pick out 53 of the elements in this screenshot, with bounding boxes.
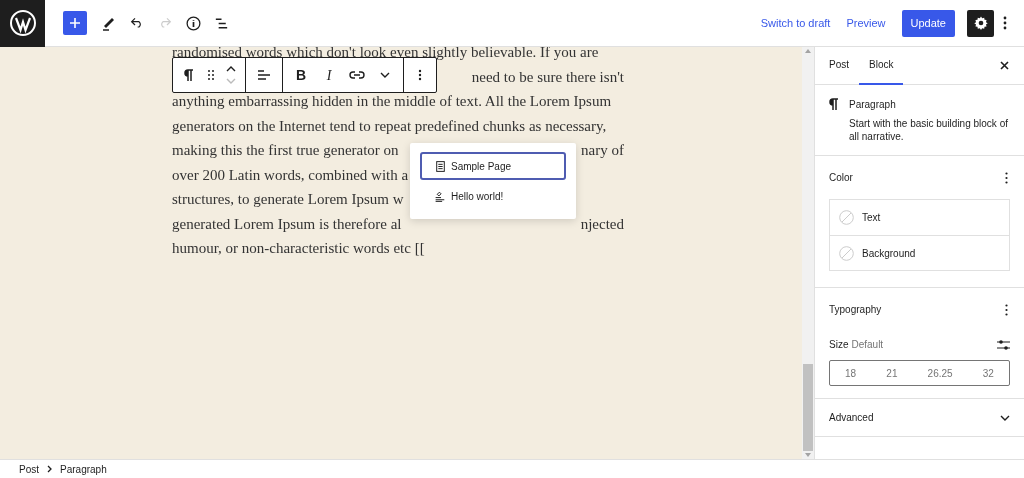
font-size-option[interactable]: 26.25 xyxy=(923,365,957,381)
chevron-icon xyxy=(1000,414,1010,421)
preview-button[interactable]: Preview xyxy=(840,10,892,36)
breadcrumb-link[interactable]: Paragraph xyxy=(60,461,107,477)
paragraph-text-line: anything embarrassing hidden in the middle of text. All the Lorem Ipsum xyxy=(172,92,612,111)
paragraph-text-line: generators on the Internet tend to repeat predefined chunks as necessary, xyxy=(172,116,607,136)
paragraph-text-line: over 200 Latin words, combined with a xyxy=(172,165,409,185)
switch-to-draft-button[interactable]: Switch to draft xyxy=(754,10,837,36)
breadcrumb-link[interactable]: Post xyxy=(19,461,39,477)
sidebar-tab[interactable]: Post xyxy=(823,46,855,85)
paragraph-text-line: generated Lorem Ipsum is therefore al xyxy=(172,214,402,234)
scrollbar-thumb[interactable] xyxy=(803,364,813,451)
suggestion-item[interactable]: Hello world! xyxy=(420,182,566,210)
paragraph-text-line: randomised words which don't look even slightly believable. If you are xyxy=(172,47,599,62)
color-option[interactable]: Background xyxy=(830,235,1009,270)
update-button[interactable]: Update xyxy=(901,9,955,37)
suggestion-item[interactable]: Sample Page xyxy=(420,152,566,180)
bold-button[interactable]: B xyxy=(291,63,311,87)
settings-button[interactable] xyxy=(967,9,994,37)
info-glyph xyxy=(184,14,202,32)
block-title: Paragraph xyxy=(849,98,897,112)
sidebar-tab[interactable]: Block xyxy=(859,46,904,85)
sliders-icon[interactable] xyxy=(996,337,1010,352)
plus-icon xyxy=(68,16,82,30)
gear-icon xyxy=(973,16,988,30)
add-block-button[interactable] xyxy=(63,11,87,35)
more-options-icon[interactable] xyxy=(1002,302,1010,317)
size-value: Default xyxy=(851,338,884,352)
paragraph-text-line: nary of xyxy=(581,141,624,160)
font-size-option[interactable]: 32 xyxy=(978,365,998,381)
font-size-option[interactable]: 21 xyxy=(882,365,902,381)
italic-button[interactable]: I xyxy=(319,63,339,87)
block-description: Start with the basic building block of all narrative. xyxy=(849,117,1009,143)
font-size-option[interactable]: 18 xyxy=(841,365,861,381)
more-options-icon[interactable] xyxy=(1002,170,1010,185)
wordpress-logo[interactable] xyxy=(0,0,45,47)
advanced-section-toggle[interactable]: Advanced xyxy=(815,399,1024,437)
paragraph-text-line: making this the first true generator on xyxy=(172,141,399,160)
paragraph-icon xyxy=(829,98,839,111)
paragraph-text-line: need to be sure there isn't xyxy=(471,67,624,87)
paragraph-text-line: njected xyxy=(580,214,624,234)
chevron-right-icon xyxy=(47,465,52,473)
section-title: Color xyxy=(829,171,853,185)
paragraph-text-line: structures, to generate Lorem Ipsum w xyxy=(172,190,404,209)
close-icon[interactable] xyxy=(998,59,1010,72)
no-color-icon xyxy=(839,210,854,225)
paragraph-text-line: humour, or non-characteristic words etc [[ xyxy=(172,239,425,258)
size-label: Size xyxy=(829,338,849,352)
no-color-icon xyxy=(839,245,854,261)
color-option[interactable]: Text xyxy=(830,200,1009,235)
page-icon xyxy=(434,159,447,173)
section-title: Typography xyxy=(829,303,882,317)
info-icon[interactable] xyxy=(183,13,203,33)
